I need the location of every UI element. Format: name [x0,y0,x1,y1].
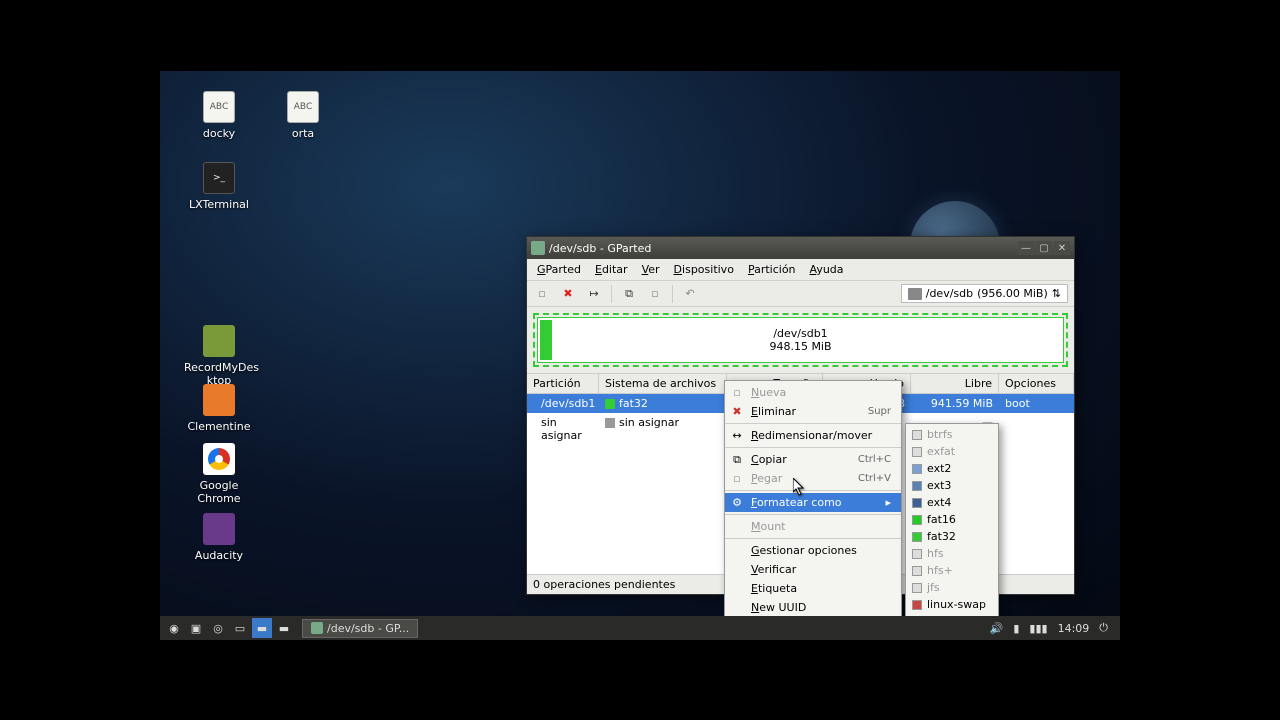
show-desktop-button[interactable]: ▭ [230,618,250,638]
clock[interactable]: 14:09 [1058,622,1090,635]
separator [611,285,612,303]
desktop-icon-clementine[interactable]: Clementine [184,384,254,433]
volume-icon[interactable]: 🔊 [990,622,1004,635]
taskbar-task[interactable]: /dev/sdb - GP... [302,619,418,638]
desktop-icon-lxterminal[interactable]: >_LXTerminal [184,162,254,211]
menu-partición[interactable]: Partición [742,261,802,278]
desktop-icon-audacity[interactable]: Audacity [184,513,254,562]
desktop-icon-docky[interactable]: ABCdocky [184,91,254,140]
delete-button[interactable]: ✖ [559,285,577,303]
desktop[interactable]: ABCdocky ABCorta >_LXTerminal RecordMyDes k… [160,71,1120,640]
browser-button[interactable]: ◎ [208,618,228,638]
menu-item-eliminar[interactable]: ✖EliminarSupr [725,402,901,421]
logout-icon[interactable]: ⏻ [1099,621,1108,635]
menu-item-copiar[interactable]: ⧉CopiarCtrl+C [725,450,901,469]
start-menu-button[interactable]: ◉ [164,618,184,638]
device-size: (956.00 MiB) [977,287,1048,300]
menu-item-redimensionar-mover[interactable]: ↔Redimensionar/mover [725,426,901,445]
fs-option-fat16[interactable]: fat16 [906,511,998,528]
menu-gparted[interactable]: GParted [531,261,587,278]
desktop-icon-orta[interactable]: ABCorta [268,91,338,140]
chevron-updown-icon: ⇅ [1052,287,1061,300]
menu-item-pegar: ▫PegarCtrl+V [725,469,901,488]
menu-item-etiqueta[interactable]: Etiqueta [725,579,901,598]
toolbar: ▫ ✖ ↦ ⧉ ▫ ↶ /dev/sdb (956.00 MiB) ⇅ [527,281,1074,307]
workspace-1-button[interactable]: ▬ [252,618,272,638]
fs-option-ext3[interactable]: ext3 [906,477,998,494]
fs-option-exfat: exfat [906,443,998,460]
network-icon[interactable]: ▮▮▮ [1029,622,1047,635]
menu-ver[interactable]: Ver [636,261,666,278]
graph-partition-size: 948.15 MiB [769,340,831,353]
fs-option-linux-swap[interactable]: linux-swap [906,596,998,613]
drive-icon [908,288,922,300]
menu-ayuda[interactable]: Ayuda [804,261,850,278]
fs-option-hfs+: hfs+ [906,562,998,579]
device-selector[interactable]: /dev/sdb (956.00 MiB) ⇅ [901,284,1068,303]
menu-editar[interactable]: Editar [589,261,634,278]
window-title: /dev/sdb - GParted [549,242,651,255]
resize-button[interactable]: ↦ [585,285,603,303]
col-filesystem[interactable]: Sistema de archivos [599,374,727,393]
task-label: /dev/sdb - GP... [327,622,409,635]
taskbar: ◉ ▣ ◎ ▭ ▬ ▬ /dev/sdb - GP... 🔊 ▮ ▮▮▮ 14:… [160,616,1120,640]
fs-option-btrfs: btrfs [906,426,998,443]
fs-option-ext4[interactable]: ext4 [906,494,998,511]
partition-context-menu: ▫Nueva✖EliminarSupr ↔Redimensionar/mover ⧉… [724,380,902,640]
desktop-icon-google-chrome[interactable]: Google Chrome [184,443,254,505]
close-button[interactable]: ✕ [1054,241,1070,255]
menubar: GPartedEditarVerDispositivoParticiónAyud… [527,259,1074,281]
col-free[interactable]: Libre [911,374,999,393]
col-options[interactable]: Opciones [999,374,1074,393]
paste-button[interactable]: ▫ [646,285,664,303]
maximize-button[interactable]: ▢ [1036,241,1052,255]
undo-button[interactable]: ↶ [681,285,699,303]
partition-graph[interactable]: /dev/sdb1 948.15 MiB [533,313,1068,367]
workspace-2-button[interactable]: ▬ [274,618,294,638]
fs-option-jfs: jfs [906,579,998,596]
minimize-button[interactable]: — [1018,241,1034,255]
graph-partition-name: /dev/sdb1 [773,327,827,340]
device-name: /dev/sdb [926,287,973,300]
menu-item-mount: Mount [725,517,901,536]
menu-item-new-uuid[interactable]: New UUID [725,598,901,617]
fs-option-ext2[interactable]: ext2 [906,460,998,477]
desktop-icon-recordmydes-ktop[interactable]: RecordMyDes ktop [184,325,254,387]
menu-dispositivo[interactable]: Dispositivo [668,261,740,278]
fs-option-fat32[interactable]: fat32 [906,528,998,545]
filemanager-button[interactable]: ▣ [186,618,206,638]
menu-item-gestionar-opciones[interactable]: Gestionar opciones [725,541,901,560]
battery-icon[interactable]: ▮ [1013,622,1019,635]
copy-button[interactable]: ⧉ [620,285,638,303]
menu-item-verificar[interactable]: Verificar [725,560,901,579]
app-icon [531,241,545,255]
new-partition-button[interactable]: ▫ [533,285,551,303]
col-partition[interactable]: Partición [527,374,599,393]
titlebar[interactable]: /dev/sdb - GParted — ▢ ✕ [527,237,1074,259]
fs-option-hfs: hfs [906,545,998,562]
menu-item-nueva: ▫Nueva [725,383,901,402]
format-as-submenu: btrfsexfatext2ext3ext4fat16fat32hfshfs+j… [905,423,999,640]
menu-item-formatear-como[interactable]: ⚙Formatear como▸ [725,493,901,512]
separator [672,285,673,303]
system-tray: 🔊 ▮ ▮▮▮ 14:09 ⏻ [990,621,1116,635]
app-icon [311,622,323,634]
